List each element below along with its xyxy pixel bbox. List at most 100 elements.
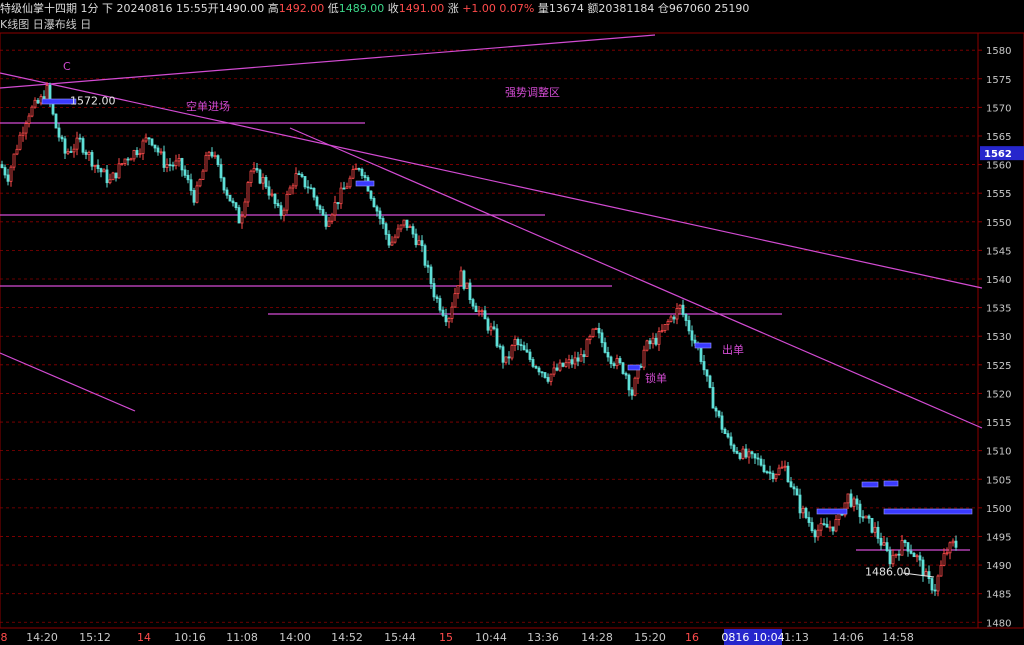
candle-body: [111, 172, 115, 181]
candle-body: [12, 153, 16, 168]
candle-body: [810, 522, 814, 532]
candle-body: [315, 196, 319, 207]
calendar-icon[interactable]: 日: [33, 18, 44, 31]
candle-body: [855, 498, 859, 505]
candle-body: [759, 458, 763, 466]
candle-body: [561, 362, 565, 367]
x-tick-label: 10:44: [475, 631, 507, 644]
candle-body: [591, 328, 595, 337]
candle-body: [465, 282, 469, 289]
trade-marker: [816, 508, 848, 515]
candle-body: [804, 507, 808, 518]
candle-body: [873, 526, 877, 533]
y-tick-label: 1545: [986, 246, 1011, 257]
candle-body: [114, 172, 118, 179]
chart-annotation: 1572.00: [70, 95, 116, 108]
candle-body: [258, 169, 262, 184]
candle-body: [18, 134, 22, 150]
y-tick-label: 1565: [986, 132, 1011, 143]
chart-toolbar: K线图 日瀑布线 日: [0, 17, 91, 32]
candle-body: [612, 363, 616, 367]
trend-line[interactable]: [0, 72, 983, 289]
trade-marker: [627, 364, 641, 371]
candle-body: [360, 168, 364, 176]
candle-body: [795, 488, 799, 496]
candle-body: [573, 357, 577, 365]
candle-body: [741, 448, 745, 459]
candle-body: [534, 365, 538, 369]
waterfall-tab[interactable]: 瀑布线: [44, 18, 77, 31]
y-tick-label: 1570: [986, 103, 1011, 114]
candle-body: [96, 164, 100, 169]
candle-body: [909, 550, 913, 554]
candle-body: [885, 542, 889, 551]
candle-body: [945, 552, 949, 555]
candle-body: [300, 174, 304, 177]
candle-body: [309, 187, 313, 190]
candle-body: [675, 308, 679, 320]
candle-body: [333, 202, 337, 216]
candle-body: [651, 337, 655, 345]
trend-line[interactable]: [0, 34, 656, 89]
candle-body: [849, 493, 853, 507]
oi-label: 仓: [657, 2, 669, 15]
candle-body: [567, 359, 571, 364]
amount-value: 20381184: [598, 2, 655, 15]
candle-body: [228, 194, 232, 202]
candle-body: [798, 494, 802, 514]
candle-body: [861, 516, 865, 519]
candle-body: [546, 377, 550, 382]
y-tick-label: 1510: [986, 447, 1011, 458]
candle-body: [756, 457, 760, 460]
candle-body: [69, 151, 73, 153]
x-tick-label: 8: [1, 631, 8, 644]
y-tick-label: 1560: [986, 161, 1011, 172]
candle-body: [594, 328, 598, 330]
volume-value: 13674: [548, 2, 584, 15]
candle-body: [240, 215, 244, 224]
kline-chart[interactable]: 1580 1575 1570 1565 1560 1555 1550 1545 1540 1535…: [0, 0, 1024, 645]
low-value: 1489.00: [338, 2, 385, 15]
candle-body: [705, 369, 709, 377]
candle-body: [3, 167, 7, 176]
candle-body: [339, 187, 343, 205]
bar-date: 20240816: [116, 2, 173, 15]
candle-body: [822, 523, 826, 525]
candle-body: [453, 293, 457, 308]
candle-body: [36, 99, 40, 104]
candle-body: [102, 169, 106, 173]
trend-line[interactable]: [0, 352, 136, 412]
candle-body: [672, 316, 676, 320]
candle-body: [864, 515, 868, 519]
candle-body: [285, 193, 289, 211]
candle-body: [939, 564, 943, 577]
candle-body: [498, 345, 502, 348]
candle-body: [192, 190, 196, 203]
candle-body: [414, 233, 418, 246]
close-value: 1491.00: [398, 2, 445, 15]
candle-body: [456, 285, 460, 295]
candle-body: [912, 552, 916, 558]
candle-body: [369, 190, 373, 199]
y-tick-label: 1555: [986, 189, 1011, 200]
candle-body: [435, 296, 439, 299]
candle-body: [0, 164, 4, 168]
kline-tab[interactable]: K线图: [0, 18, 29, 31]
candle-body: [24, 123, 28, 134]
candle-body: [753, 453, 757, 459]
candle-body: [807, 517, 811, 523]
bar-time: 15:55: [176, 2, 208, 15]
candle-body: [834, 519, 838, 532]
calendar-icon[interactable]: 日: [80, 18, 91, 31]
candle-body: [6, 174, 10, 182]
candle-body: [252, 168, 256, 172]
candle-body: [732, 444, 736, 452]
candle-body: [615, 358, 619, 367]
candle-body: [279, 205, 283, 216]
candle-body: [63, 138, 67, 154]
candle-body: [801, 507, 805, 514]
candle-body: [831, 526, 835, 532]
candle-body: [429, 266, 433, 284]
candle-body: [345, 186, 349, 189]
candle-body: [765, 471, 769, 474]
